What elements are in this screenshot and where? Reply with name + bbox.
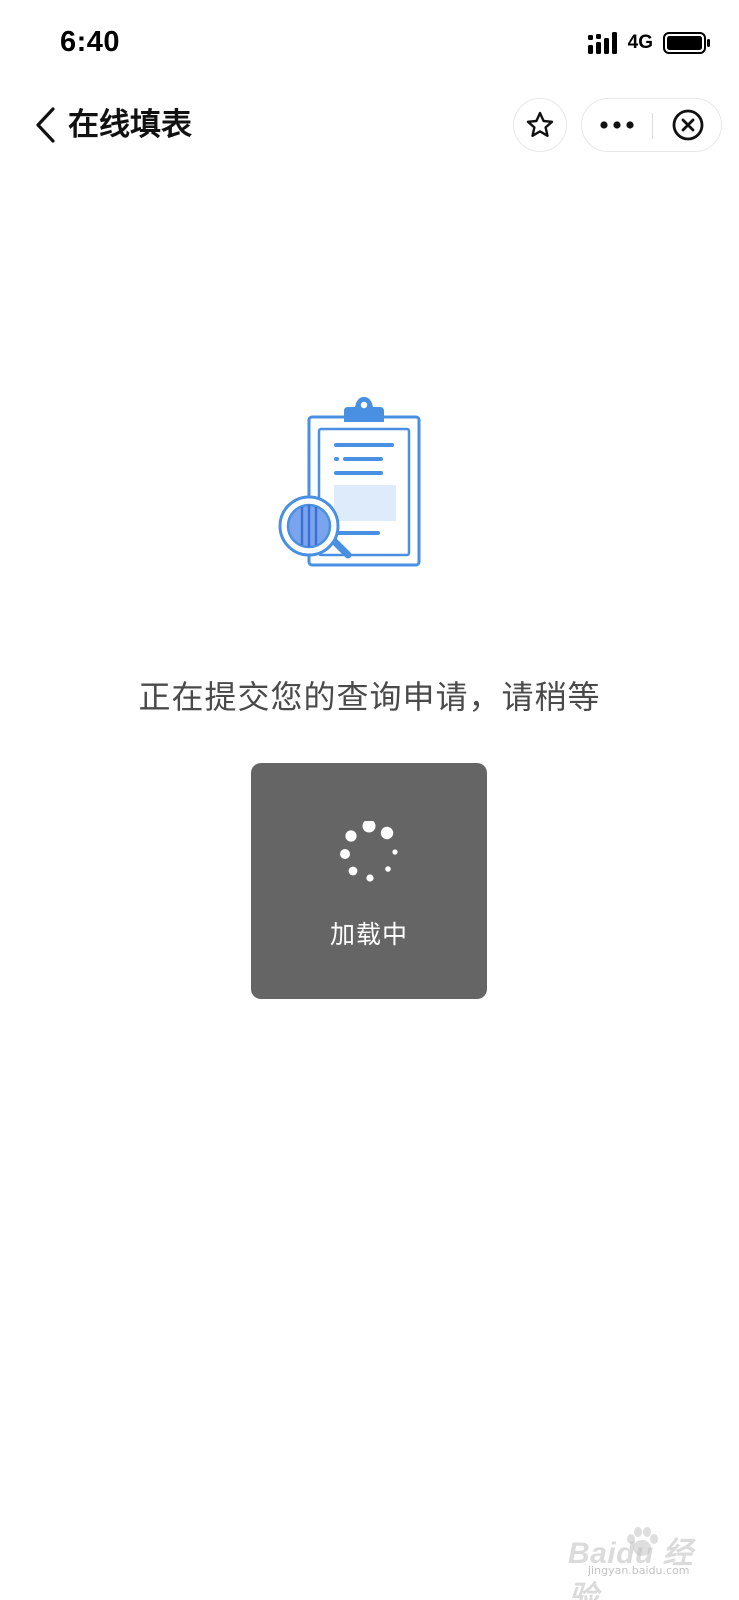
screen: 6:40 4G 在线填表 正在提交您的查询申请，请稍等 加载中 Baidu 经验… xyxy=(0,0,739,1600)
status-bar: 6:40 4G xyxy=(0,0,739,80)
close-circle-icon xyxy=(672,109,703,141)
status-time: 6:40 xyxy=(60,26,121,58)
watermark-url: jingyan.baidu.com xyxy=(588,1564,690,1577)
more-button[interactable] xyxy=(582,99,652,151)
menu-capsule xyxy=(581,98,722,152)
signal-icon xyxy=(587,32,617,54)
close-button[interactable] xyxy=(653,99,722,151)
network-type: 4G xyxy=(627,32,653,53)
loading-toast: 加载中 xyxy=(251,763,487,999)
page-title: 在线填表 xyxy=(68,107,192,143)
battery-icon xyxy=(663,32,710,54)
star-icon xyxy=(526,111,554,137)
spinner-icon xyxy=(340,821,398,882)
back-button[interactable] xyxy=(30,102,60,148)
nav-bar: 在线填表 xyxy=(0,90,739,160)
status-indicators: 4G xyxy=(587,30,711,56)
baidu-watermark: Baidu 经验 jingyan.baidu.com xyxy=(558,1524,718,1600)
clipboard-search-icon xyxy=(278,397,421,567)
chevron-left-icon xyxy=(36,107,55,143)
loading-label: 加载中 xyxy=(329,920,408,949)
submitting-message: 正在提交您的查询申请，请稍等 xyxy=(138,678,601,716)
more-icon xyxy=(600,121,634,129)
favorite-button[interactable] xyxy=(513,98,567,152)
